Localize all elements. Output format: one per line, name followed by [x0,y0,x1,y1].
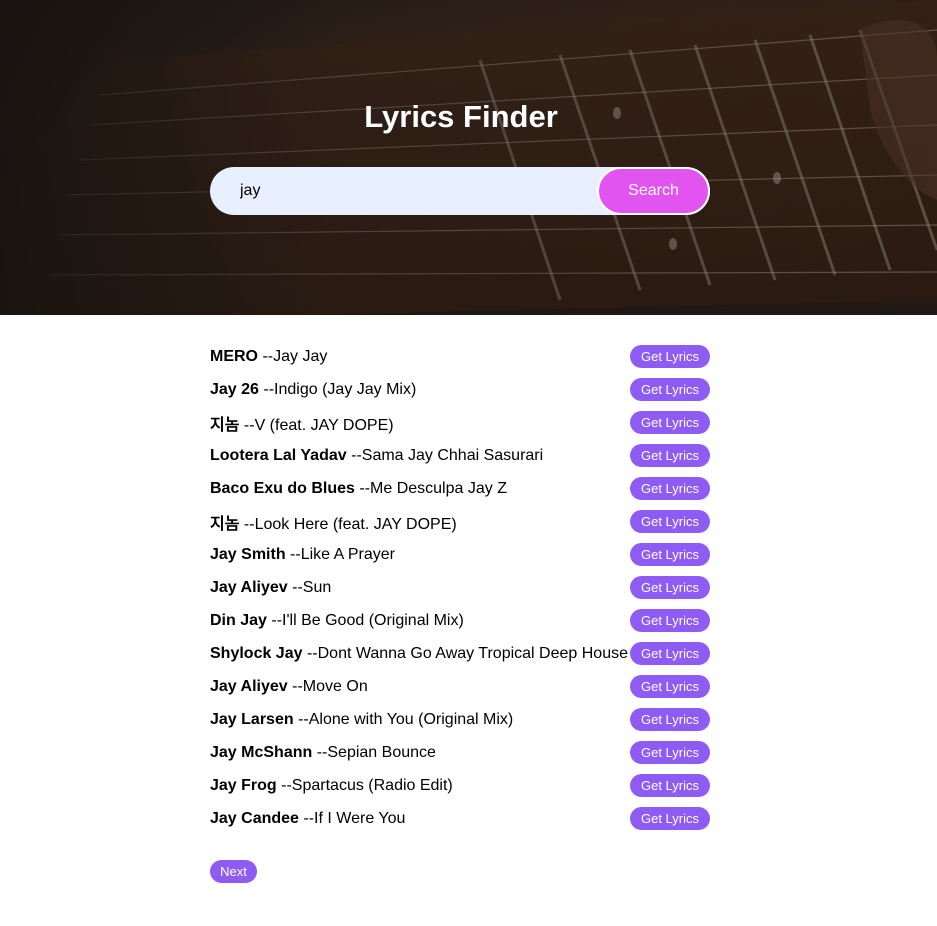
result-item: Jay Aliyev --Move On Get Lyrics [210,670,710,703]
song-info: Shylock Jay --Dont Wanna Go Away Tropica… [210,645,628,663]
get-lyrics-button[interactable]: Get Lyrics [630,774,710,797]
artist-name: Jay Larsen [210,710,294,728]
artist-name: Jay Frog [210,776,277,794]
song-info: Jay Candee --If I Were You [210,810,405,828]
search-button[interactable]: Search [597,167,710,215]
artist-name: Jay McShann [210,743,313,761]
result-item: Jay Candee --If I Were You Get Lyrics [210,802,710,835]
song-title: --I'll Be Good (Original Mix) [271,611,464,629]
get-lyrics-button[interactable]: Get Lyrics [630,675,710,698]
song-title: --V (feat. JAY DOPE) [243,416,394,434]
artist-name: 지놈 [210,416,240,434]
get-lyrics-button[interactable]: Get Lyrics [630,345,710,368]
song-info: Din Jay --I'll Be Good (Original Mix) [210,612,464,630]
song-info: Jay Smith --Like A Prayer [210,546,395,564]
song-info: 지놈 --Look Here (feat. JAY DOPE) [210,510,457,534]
song-title: --Spartacus (Radio Edit) [281,776,453,794]
song-title: --Alone with You (Original Mix) [298,710,514,728]
get-lyrics-button[interactable]: Get Lyrics [630,741,710,764]
song-title: --Move On [292,677,368,695]
song-info: Jay Larsen --Alone with You (Original Mi… [210,711,513,729]
get-lyrics-button[interactable]: Get Lyrics [630,477,710,500]
song-info: Lootera Lal Yadav --Sama Jay Chhai Sasur… [210,447,543,465]
song-info: Jay Frog --Spartacus (Radio Edit) [210,777,453,795]
artist-name: Lootera Lal Yadav [210,446,347,464]
page-title: Lyrics Finder [364,99,558,134]
song-info: Jay Aliyev --Move On [210,678,368,696]
result-item: Jay 26 --Indigo (Jay Jay Mix) Get Lyrics [210,373,710,406]
song-title: --Indigo (Jay Jay Mix) [263,380,417,398]
get-lyrics-button[interactable]: Get Lyrics [630,807,710,830]
artist-name: Baco Exu do Blues [210,479,355,497]
get-lyrics-button[interactable]: Get Lyrics [630,708,710,731]
song-title: --Like A Prayer [290,545,395,563]
song-title: --Jay Jay [262,347,328,365]
result-item: Lootera Lal Yadav --Sama Jay Chhai Sasur… [210,439,710,472]
search-form: Search [210,167,710,215]
result-item: 지놈 --Look Here (feat. JAY DOPE) Get Lyric… [210,505,710,538]
next-page-button[interactable]: Next [210,860,257,883]
result-item: 지놈 --V (feat. JAY DOPE) Get Lyrics [210,406,710,439]
artist-name: Jay Aliyev [210,578,288,596]
artist-name: Jay Smith [210,545,286,563]
result-item: Jay Aliyev --Sun Get Lyrics [210,571,710,604]
artist-name: Shylock Jay [210,644,303,662]
song-info: MERO --Jay Jay [210,348,327,366]
song-info: Jay Aliyev --Sun [210,579,331,597]
artist-name: MERO [210,347,258,365]
artist-name: 지놈 [210,515,240,533]
song-title: --If I Were You [303,809,406,827]
results-list: MERO --Jay Jay Get Lyrics Jay 26 --Indigo … [210,340,710,835]
get-lyrics-button[interactable]: Get Lyrics [630,510,710,533]
song-info: Baco Exu do Blues --Me Desculpa Jay Z [210,480,507,498]
song-info: 지놈 --V (feat. JAY DOPE) [210,411,394,435]
result-item: Jay Larsen --Alone with You (Original Mi… [210,703,710,736]
artist-name: Jay Aliyev [210,677,288,695]
result-item: Jay McShann --Sepian Bounce Get Lyrics [210,736,710,769]
get-lyrics-button[interactable]: Get Lyrics [630,642,710,665]
song-info: Jay 26 --Indigo (Jay Jay Mix) [210,381,416,399]
search-input[interactable] [210,167,600,215]
song-title: --Me Desculpa Jay Z [359,479,507,497]
get-lyrics-button[interactable]: Get Lyrics [630,576,710,599]
artist-name: Jay 26 [210,380,259,398]
song-title: --Sun [292,578,332,596]
result-item: Din Jay --I'll Be Good (Original Mix) Get… [210,604,710,637]
result-item: Shylock Jay --Dont Wanna Go Away Tropica… [210,637,710,670]
artist-name: Jay Candee [210,809,299,827]
song-info: Jay McShann --Sepian Bounce [210,744,436,762]
hero-banner: Lyrics Finder Search [0,0,937,315]
get-lyrics-button[interactable]: Get Lyrics [630,378,710,401]
song-title: --Sama Jay Chhai Sasurari [351,446,544,464]
song-title: --Look Here (feat. JAY DOPE) [243,515,457,533]
result-item: Baco Exu do Blues --Me Desculpa Jay Z Get… [210,472,710,505]
get-lyrics-button[interactable]: Get Lyrics [630,609,710,632]
get-lyrics-button[interactable]: Get Lyrics [630,543,710,566]
get-lyrics-button[interactable]: Get Lyrics [630,444,710,467]
result-item: Jay Smith --Like A Prayer Get Lyrics [210,538,710,571]
song-title: --Sepian Bounce [316,743,436,761]
result-item: MERO --Jay Jay Get Lyrics [210,340,710,373]
result-item: Jay Frog --Spartacus (Radio Edit) Get Lyr… [210,769,710,802]
song-title: --Dont Wanna Go Away Tropical Deep House [306,644,628,662]
artist-name: Din Jay [210,611,267,629]
get-lyrics-button[interactable]: Get Lyrics [630,411,710,434]
